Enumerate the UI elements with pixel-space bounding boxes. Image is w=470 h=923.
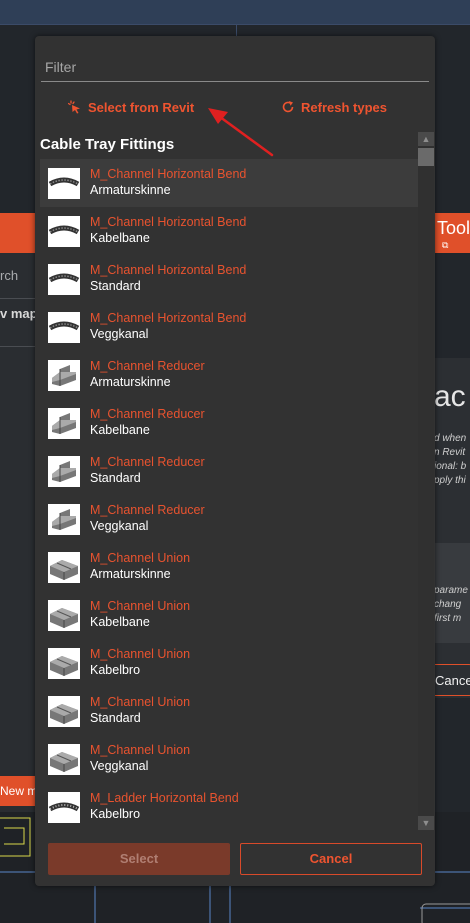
select-from-revit-link[interactable]: Select from Revit [67,97,195,117]
background-info-line: parame [434,585,468,596]
type-name: Armaturskinne [90,567,171,581]
background-heading: ac [434,380,466,413]
family-name: M_Channel Reducer [90,455,205,469]
union-icon [48,600,80,631]
list-scrollbar[interactable]: ▲ ▼ [418,132,434,830]
list-item[interactable]: M_Channel Reducer Armaturskinne [40,351,418,399]
family-name: M_Channel Union [90,695,191,709]
list-item[interactable]: M_Channel Reducer Standard [40,447,418,495]
background-description-line: d when [434,433,467,444]
reducer-icon [48,504,80,535]
list-item[interactable]: M_Channel Horizontal Bend Veggkanal [40,303,418,351]
family-name: M_Channel Union [90,743,191,757]
background-info-line: first m [434,613,462,624]
background-info-line: chang [434,599,462,610]
list-item[interactable]: M_Channel Union Veggkanal [40,735,418,783]
type-name: Kabelbro [90,807,141,821]
list-item[interactable]: M_Channel Union Standard [40,687,418,735]
type-name: Kabelbane [90,423,150,437]
list-item[interactable]: M_Channel Reducer Veggkanal [40,495,418,543]
filter-input[interactable]: Filter [41,52,429,82]
type-picker-dialog: Filter Select from Revit Refresh types C… [35,36,435,886]
type-name: Kabelbane [90,231,150,245]
refresh-icon [281,100,295,114]
section-title: Cable Tray Fittings [40,136,175,153]
select-from-revit-label: Select from Revit [88,99,195,115]
family-name: M_Channel Union [90,647,191,661]
background-description-line: pply thi [434,475,466,486]
union-icon [48,696,80,727]
family-name: M_Channel Union [90,599,191,613]
family-name: M_Channel Reducer [90,359,205,373]
background-grid-line [236,24,237,36]
background-search-input[interactable]: rch [0,268,18,283]
family-name: M_Channel Horizontal Bend [90,215,247,229]
background-tool-label: Tool [437,218,470,238]
union-icon [48,552,80,583]
list-item[interactable]: M_Channel Horizontal Bend Kabelbane [40,207,418,255]
background-left-panel [0,253,36,813]
type-name: Armaturskinne [90,375,171,389]
family-name: M_Channel Reducer [90,407,205,421]
family-name: M_Ladder Horizontal Bend [90,791,239,805]
background-title-bar [0,0,470,24]
union-icon [48,648,80,679]
divider [0,346,36,347]
bend-icon [48,168,80,199]
family-name: M_Channel Union [90,551,191,565]
reducer-icon [48,456,80,487]
reducer-icon [48,360,80,391]
background-new-map-button[interactable]: New m [0,776,36,806]
background-description-line: n Revit [434,447,466,458]
bend-icon [48,264,80,295]
copy-icon: ⧉ [442,240,449,250]
bend-icon [48,216,80,247]
list-item[interactable]: M_Channel Horizontal Bend Standard [40,255,418,303]
list-item[interactable]: M_Channel Union Kabelbro [40,639,418,687]
list-item[interactable]: M_Channel Union Kabelbane [40,591,418,639]
type-name: Veggkanal [90,759,149,773]
type-name: Kabelbro [90,663,141,677]
scroll-down-icon[interactable]: ▼ [418,816,434,830]
refresh-types-link[interactable]: Refresh types [281,97,387,117]
divider [0,298,36,299]
type-name: Standard [90,711,141,725]
list-item[interactable]: M_Ladder Horizontal Bend Kabelbro [40,783,418,829]
cursor-click-icon [67,100,82,114]
family-name: M_Channel Horizontal Bend [90,167,247,181]
type-name: Standard [90,279,141,293]
scrollbar-thumb[interactable] [418,148,434,166]
reducer-icon [48,408,80,439]
background-grid-line [0,24,470,25]
type-name: Armaturskinne [90,183,171,197]
select-button[interactable]: Select [48,843,230,875]
type-name: Veggkanal [90,519,149,533]
list-item[interactable]: M_Channel Horizontal Bend Armaturskinne [40,159,418,207]
type-name: Standard [90,471,141,485]
fittings-list: M_Channel Horizontal Bend Armaturskinne M_… [40,159,418,829]
background-new-map-label: v map [0,306,38,321]
family-name: M_Channel Horizontal Bend [90,311,247,325]
type-name: Veggkanal [90,327,149,341]
background-description-line: ional: b [434,461,467,472]
list-item[interactable]: M_Channel Reducer Kabelbane [40,399,418,447]
ladder-bend-icon [48,792,80,823]
app-window: Tool ⧉ rch v map ac d when n Revit ional… [0,0,470,923]
family-name: M_Channel Reducer [90,503,205,517]
annotation-arrow-icon [208,108,274,157]
cancel-button[interactable]: Cancel [240,843,422,875]
union-icon [48,744,80,775]
family-name: M_Channel Horizontal Bend [90,263,247,277]
scroll-up-icon[interactable]: ▲ [418,132,434,146]
list-item[interactable]: M_Channel Union Armaturskinne [40,543,418,591]
bend-icon [48,312,80,343]
type-name: Kabelbane [90,615,150,629]
refresh-types-label: Refresh types [301,99,387,115]
